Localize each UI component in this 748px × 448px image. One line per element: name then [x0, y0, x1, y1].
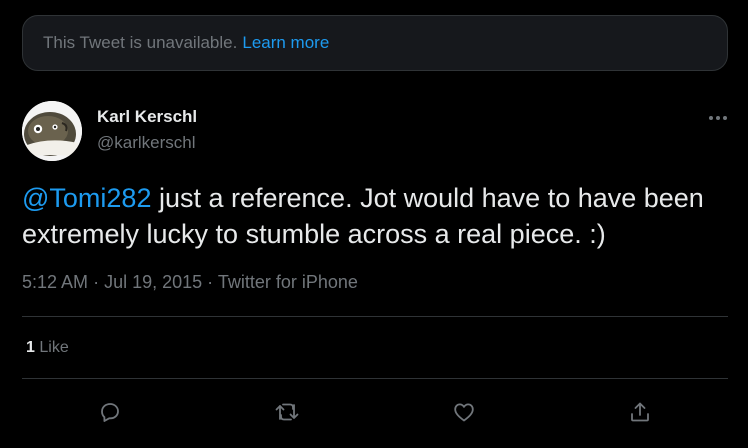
like-button[interactable] — [448, 396, 480, 428]
reply-icon — [101, 403, 119, 422]
meta-separator: · — [93, 272, 100, 292]
share-button[interactable] — [624, 396, 656, 428]
tweet-meta: 5:12 AM · Jul 19, 2015 · Twitter for iPh… — [22, 272, 358, 293]
divider — [22, 378, 728, 379]
mention-link[interactable]: @Tomi282 — [22, 183, 151, 213]
author-name[interactable]: Karl Kerschl — [97, 107, 197, 127]
like-icon — [454, 403, 474, 422]
tweet-date[interactable]: Jul 19, 2015 — [104, 272, 202, 292]
unavailable-message: This Tweet is unavailable. — [43, 33, 238, 52]
retweet-button[interactable] — [271, 396, 303, 428]
tweet-text: @Tomi282 just a reference. Jot would hav… — [22, 180, 728, 252]
retweet-icon — [275, 403, 299, 421]
action-bar — [22, 396, 728, 428]
more-horizontal-icon — [709, 116, 727, 120]
reply-button[interactable] — [94, 396, 126, 428]
share-icon — [631, 402, 649, 422]
avatar[interactable] — [22, 101, 82, 161]
more-options-button[interactable] — [706, 106, 730, 130]
author-handle[interactable]: @karlkerschl — [97, 133, 196, 153]
likes-label: Like — [39, 339, 69, 356]
avatar-image — [22, 101, 82, 161]
divider — [22, 316, 728, 317]
likes-count: 1 — [26, 339, 35, 356]
likes-stat[interactable]: 1 Like — [26, 339, 69, 357]
tweet-source[interactable]: Twitter for iPhone — [218, 272, 358, 292]
learn-more-link[interactable]: Learn more — [242, 33, 329, 53]
meta-separator: · — [207, 272, 214, 292]
unavailable-tweet-banner: This Tweet is unavailable. Learn more — [22, 15, 728, 71]
tweet-time[interactable]: 5:12 AM — [22, 272, 88, 292]
